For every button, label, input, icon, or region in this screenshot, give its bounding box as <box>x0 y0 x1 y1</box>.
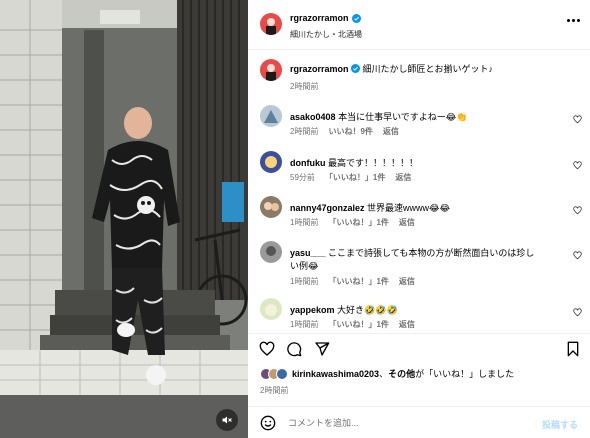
comment-likes[interactable]: 「いいね！」1件 <box>328 276 388 287</box>
liked-by-avatars[interactable] <box>260 367 288 380</box>
commenter-username[interactable]: yappekom <box>290 305 335 315</box>
liked-by-separator: 、 <box>379 369 389 379</box>
heart-icon[interactable] <box>259 341 275 357</box>
comment-likes[interactable]: 「いいね！」1件 <box>328 319 388 330</box>
post-panel: rgrazorramon 細川たかし・北酒場 rgrazorramon 細川たか… <box>248 0 590 438</box>
comment-input[interactable] <box>288 414 528 432</box>
liked-by-suffix: が「いいね！」しました <box>415 369 515 379</box>
reply-button[interactable]: 返信 <box>395 172 411 183</box>
verified-badge-icon <box>351 64 361 73</box>
heart-icon[interactable] <box>573 115 582 124</box>
comment-meta: 1時間前 「いいね！」1件 返信 <box>290 217 415 228</box>
heart-icon[interactable] <box>573 161 582 170</box>
verified-badge-icon <box>351 13 361 23</box>
reply-button[interactable]: 返信 <box>399 217 415 228</box>
reply-button[interactable]: 返信 <box>383 126 399 137</box>
comment-meta: 1時間前 「いいね！」1件 返信 <box>290 319 415 330</box>
comment-text: yappekom 大好き🤣🤣🤣 <box>290 304 560 317</box>
comment-meta: 2時間前 いいね！9件 返信 <box>290 126 399 137</box>
commenter-avatar[interactable] <box>260 105 282 127</box>
post-location[interactable]: 細川たかし・北酒場 <box>290 29 362 40</box>
author-username[interactable]: rgrazorramon <box>290 13 361 23</box>
comment-meta: 59分前 「いいね！」1件 返信 <box>290 172 411 183</box>
comment-text: nanny47gonzalez 世界最速wwww😂😂 <box>290 202 560 215</box>
comments-list: rgrazorramon 細川たかし師匠とお揃いゲット♪ 2時間前 asako0… <box>248 51 590 330</box>
bookmark-icon[interactable] <box>566 341 580 357</box>
commenter-username[interactable]: yasu___ <box>290 248 326 258</box>
reply-button[interactable]: 返信 <box>399 276 415 287</box>
post-time[interactable]: 2時間前 <box>260 385 288 396</box>
post-comment-button[interactable]: 投稿する <box>542 418 578 431</box>
caption-username[interactable]: rgrazorramon <box>290 64 349 74</box>
commenter-username[interactable]: asako0408 <box>290 112 336 122</box>
comment-text: donfuku 最高です！！！！！！ <box>290 157 560 170</box>
more-icon[interactable] <box>567 19 580 22</box>
post-header: rgrazorramon 細川たかし・北酒場 <box>248 0 590 50</box>
comment-time[interactable]: 1時間前 <box>290 276 318 287</box>
heart-icon[interactable] <box>573 308 582 317</box>
share-icon[interactable] <box>314 341 330 357</box>
post-photo-image <box>0 0 248 438</box>
caption-body: 細川たかし師匠とお揃いゲット♪ <box>362 64 494 74</box>
caption-text: rgrazorramon 細川たかし師匠とお揃いゲット♪ <box>290 63 560 76</box>
comment-time[interactable]: 1時間前 <box>290 319 318 330</box>
comment-meta: 1時間前 「いいね！」1件 返信 <box>290 276 415 287</box>
comment-text: asako0408 本当に仕事早いですよねー😂👏 <box>290 111 560 124</box>
liker-username[interactable]: kirinkawashima0203 <box>292 369 379 379</box>
comment-time[interactable]: 59分前 <box>290 172 315 183</box>
liker-avatar <box>276 367 288 380</box>
reply-button[interactable]: 返信 <box>399 319 415 330</box>
comment-bar: 投稿する <box>248 406 590 438</box>
caption-meta: 2時間前 <box>290 81 318 92</box>
comment-body: 大好き🤣🤣🤣 <box>337 305 398 315</box>
action-bar <box>248 333 590 361</box>
commenter-avatar[interactable] <box>260 151 282 173</box>
mute-icon <box>222 416 232 424</box>
commenter-avatar[interactable] <box>260 196 282 218</box>
heart-icon[interactable] <box>573 206 582 215</box>
comment-text: yasu___ ここまで詩張しても本物の方が断然面白いのは珍しい例😂 <box>290 247 540 273</box>
comment-likes[interactable]: 「いいね！」1件 <box>328 217 388 228</box>
liked-by: kirinkawashima0203、その他が「いいね！」しました <box>260 367 514 380</box>
comment-icon[interactable] <box>286 341 302 357</box>
comment-likes[interactable]: いいね！9件 <box>328 126 372 137</box>
author-avatar[interactable] <box>260 13 282 35</box>
commenter-username[interactable]: donfuku <box>290 158 326 168</box>
heart-icon[interactable] <box>573 251 582 260</box>
comment-time[interactable]: 2時間前 <box>290 126 318 137</box>
emoji-icon[interactable] <box>260 415 276 431</box>
comment-body: 最高です！！！！！！ <box>328 158 419 168</box>
mute-button[interactable] <box>216 409 238 431</box>
commenter-avatar[interactable] <box>260 241 282 263</box>
comment-body: ここまで詩張しても本物の方が断然面白いのは珍しい例😂 <box>290 248 535 271</box>
comment-body: 世界最速wwww😂😂 <box>367 203 451 213</box>
author-avatar[interactable] <box>260 59 282 81</box>
comment-time[interactable]: 1時間前 <box>290 217 318 228</box>
caption-time[interactable]: 2時間前 <box>290 81 318 92</box>
commenter-avatar[interactable] <box>260 298 282 320</box>
commenter-username[interactable]: nanny47gonzalez <box>290 203 365 213</box>
liked-by-others-link[interactable]: その他 <box>388 369 415 379</box>
comment-likes[interactable]: 「いいね！」1件 <box>325 172 385 183</box>
post-photo[interactable] <box>0 0 248 438</box>
comment-body: 本当に仕事早いですよねー😂👏 <box>338 112 468 122</box>
author-username-text[interactable]: rgrazorramon <box>290 13 349 23</box>
